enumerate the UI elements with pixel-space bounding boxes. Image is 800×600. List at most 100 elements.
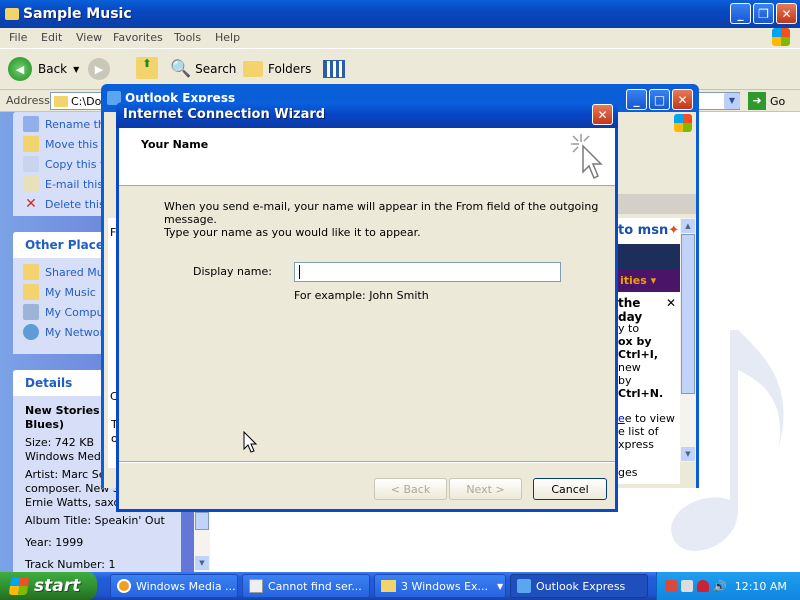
folder-icon [381,580,396,592]
scroll-up-button[interactable]: ▲ [681,219,695,233]
cancel-button[interactable]: Cancel [533,478,607,500]
views-icon[interactable] [323,60,345,78]
my-computer-icon [23,304,39,320]
windows-flag-icon [8,577,30,595]
maximize-button[interactable]: ❐ [753,3,774,24]
outlook-maximize-button[interactable]: □ [649,89,670,110]
scroll-down-button[interactable]: ▼ [195,556,209,570]
connection-wizard-dialog: Internet Connection Wizard ✕ Your Name W… [116,102,618,512]
status-bar-text: ges [618,466,638,479]
taskbar-item-cannot-find[interactable]: Cannot find ser... [242,574,370,598]
menu-help[interactable]: Help [215,31,240,44]
folder-icon [5,8,19,20]
copy-icon [23,156,39,172]
wizard-heading: Your Name [141,138,209,151]
tray-network-icon[interactable] [665,580,677,592]
tip-text: y to ox by Ctrl+I, new by Ctrl+N. ee to … [618,314,680,451]
explorer-titlebar[interactable]: Sample Music [0,0,800,28]
menu-favorites[interactable]: Favorites [113,31,163,44]
display-name-example: For example: John Smith [294,289,429,302]
address-dropdown-icon[interactable]: ▼ [724,93,740,109]
start-button[interactable]: start [0,572,97,600]
wizard-instruction: When you send e-mail, your name will app… [164,200,599,239]
back-label: Back [38,62,68,76]
shared-music-icon [23,264,39,280]
tray-volume-icon[interactable] [681,580,693,592]
tray-speaker-icon[interactable]: 🔊 [713,580,727,593]
wizard-title: Internet Connection Wizard [123,107,326,122]
menu-bar: File Edit View Favorites Tools Help [0,28,800,48]
display-name-input[interactable] [294,262,561,282]
outlook-minimize-button[interactable]: _ [626,89,647,110]
taskbar: start Windows Media ... Cannot find ser.… [0,572,800,600]
msn-banner: to msn✦ [618,223,680,238]
back-button[interactable]: ◀ Back ▼ [8,56,79,82]
go-arrow-icon: ➜ [748,92,766,110]
menu-tools[interactable]: Tools [174,31,201,44]
search-label: Search [195,62,237,76]
msn-dark-bar [618,244,680,270]
mouse-pointer-icon [243,431,258,453]
tray-security-icon[interactable] [697,580,709,592]
back-dropdown-icon: ▼ [73,64,80,74]
minimize-button[interactable]: _ [730,3,751,24]
explorer-title: Sample Music [23,6,132,22]
msn-orange-bar[interactable]: ities ▾ [618,270,680,292]
folders-icon [243,61,263,77]
wizard-titlebar[interactable]: Internet Connection Wizard ✕ [116,102,618,128]
details-year: Year: 1999 [25,536,84,549]
taskbar-item-outlook-express[interactable]: Outlook Express [510,574,648,598]
tip-link[interactable]: ee to view [618,412,680,425]
scroll-down-button[interactable]: ▼ [681,447,695,461]
group-dropdown-icon: ▼ [497,581,504,591]
back-button[interactable]: < Back [374,478,447,500]
menu-view[interactable]: View [76,31,102,44]
scrollbar-thumb[interactable] [195,512,209,530]
taskbar-item-windows-explorer-group[interactable]: 3 Windows Ex... ▼ [374,574,506,598]
up-folder-icon[interactable]: ⬆ [136,57,158,79]
network-icon [23,324,39,340]
windows-logo-icon [772,28,790,46]
menu-edit[interactable]: Edit [41,31,62,44]
wizard-header: Your Name [119,128,615,186]
delete-icon: ✕ [25,196,37,212]
start-label: start [34,576,81,596]
address-value: C:\Do [71,94,102,108]
media-player-icon [117,579,131,593]
msn-butterfly-icon: ✦ [668,223,680,238]
scrollbar-thumb[interactable] [681,234,695,394]
wizard-close-button[interactable]: ✕ [592,104,613,125]
folder-icon [54,95,68,107]
forward-button[interactable]: ▶ [88,58,110,80]
move-icon [23,136,39,152]
rename-icon [23,116,39,132]
back-arrow-icon: ◀ [8,57,32,81]
next-button[interactable]: Next > [449,478,522,500]
go-button[interactable]: ➜ Go [748,92,785,110]
outlook-scrollbar[interactable]: ▲ ▼ [680,218,696,462]
outlook-icon [517,579,531,593]
wizard-cursor-sparkle-icon [571,134,603,180]
search-button[interactable]: 🔍 Search [170,57,236,81]
details-track: Track Number: 1 [25,558,116,571]
display-name-label: Display name: [193,265,272,278]
taskbar-item-windows-media[interactable]: Windows Media ... [110,574,238,598]
tip-of-day-header: the day ✕ [618,296,676,324]
outlook-preview-header [618,194,696,214]
address-label: Address [6,94,50,107]
folders-label: Folders [268,62,312,76]
outlook-close-button[interactable]: ✕ [672,89,693,110]
system-tray: 🔊 12:10 AM [656,572,800,600]
internet-explorer-icon [249,579,263,593]
search-icon: 🔍 [170,59,192,79]
go-label: Go [770,94,786,108]
close-button[interactable]: ✕ [776,3,797,24]
windows-logo-icon [674,114,692,132]
menu-file[interactable]: File [9,31,27,44]
folders-button[interactable]: Folders [243,57,311,81]
tray-clock[interactable]: 12:10 AM [735,580,787,593]
email-icon [23,176,39,192]
close-tip-icon[interactable]: ✕ [666,296,676,314]
outlook-start-page: to msn✦ ities ▾ the day ✕ y to ox by Ctrl… [618,218,680,484]
wizard-button-separator [119,461,615,463]
